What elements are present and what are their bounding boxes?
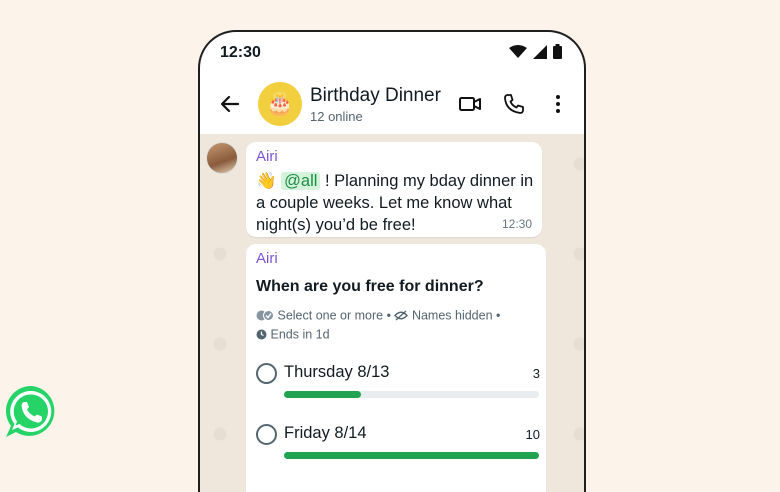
- poll-bubble: Airi When are you free for dinner? Selec…: [246, 244, 546, 492]
- sender-name[interactable]: Airi: [256, 148, 278, 165]
- cake-icon: 🎂: [266, 91, 294, 116]
- status-icons: [509, 44, 562, 59]
- eye-off-icon: [394, 310, 409, 321]
- signal-icon: [533, 44, 547, 59]
- chat-header: 🎂 Birthday Dinner 12 online: [200, 74, 584, 134]
- video-call-icon[interactable]: [458, 92, 482, 116]
- mention-all[interactable]: @all: [281, 172, 321, 190]
- chat-title[interactable]: Birthday Dinner: [310, 85, 441, 107]
- poll-radio[interactable]: [256, 363, 277, 384]
- status-time: 12:30: [220, 44, 261, 61]
- message-bubble[interactable]: Airi 👋 @all ! Planning my bday dinner in…: [246, 142, 542, 237]
- status-bar: 12:30: [200, 32, 584, 72]
- meta-ends: Ends in 1d: [270, 327, 330, 342]
- poll-vote-count: 3: [532, 366, 540, 381]
- meta-separator: •: [496, 308, 501, 323]
- poll-option-label: Thursday 8/13: [284, 363, 390, 381]
- poll-option[interactable]: Thursday 8/13 3: [256, 363, 540, 413]
- clock-icon: [256, 329, 267, 340]
- message-text: 👋 @all ! Planning my bday dinner in a co…: [256, 170, 536, 236]
- sender-avatar[interactable]: [206, 142, 238, 174]
- meta-select: Select one or more: [277, 308, 384, 323]
- wifi-icon: [509, 44, 527, 58]
- poll-bar-fill: [284, 391, 361, 398]
- poll-radio[interactable]: [256, 424, 277, 445]
- meta-names: Names hidden: [411, 308, 493, 323]
- poll-option[interactable]: Friday 8/14 10: [256, 424, 540, 474]
- poll-meta: Select one or more • Names hidden • Ends…: [256, 306, 546, 343]
- poll-option-label: Friday 8/14: [284, 424, 367, 442]
- chat-area[interactable]: Airi 👋 @all ! Planning my bday dinner in…: [200, 134, 584, 492]
- message-time: 12:30: [501, 217, 532, 231]
- phone-icon[interactable]: [502, 92, 526, 116]
- whatsapp-logo-icon: [5, 385, 55, 437]
- poll-vote-count: 10: [525, 427, 540, 442]
- poll-sender-name[interactable]: Airi: [256, 250, 278, 267]
- poll-bar-track: [284, 391, 539, 398]
- poll-bar-track: [284, 452, 539, 459]
- phone-frame: 12:30 🎂 Birthday Dinner 12 online Airi 👋…: [198, 30, 586, 492]
- battery-icon: [553, 44, 562, 59]
- double-check-icon: [256, 310, 274, 322]
- meta-separator: •: [386, 308, 391, 323]
- wave-icon: 👋: [256, 172, 277, 190]
- poll-bar-fill: [284, 452, 539, 459]
- online-count: 12 online: [310, 109, 363, 124]
- back-arrow-icon[interactable]: [218, 92, 242, 116]
- more-vert-icon[interactable]: [546, 92, 570, 116]
- poll-question: When are you free for dinner?: [256, 278, 484, 295]
- group-avatar[interactable]: 🎂: [258, 82, 302, 126]
